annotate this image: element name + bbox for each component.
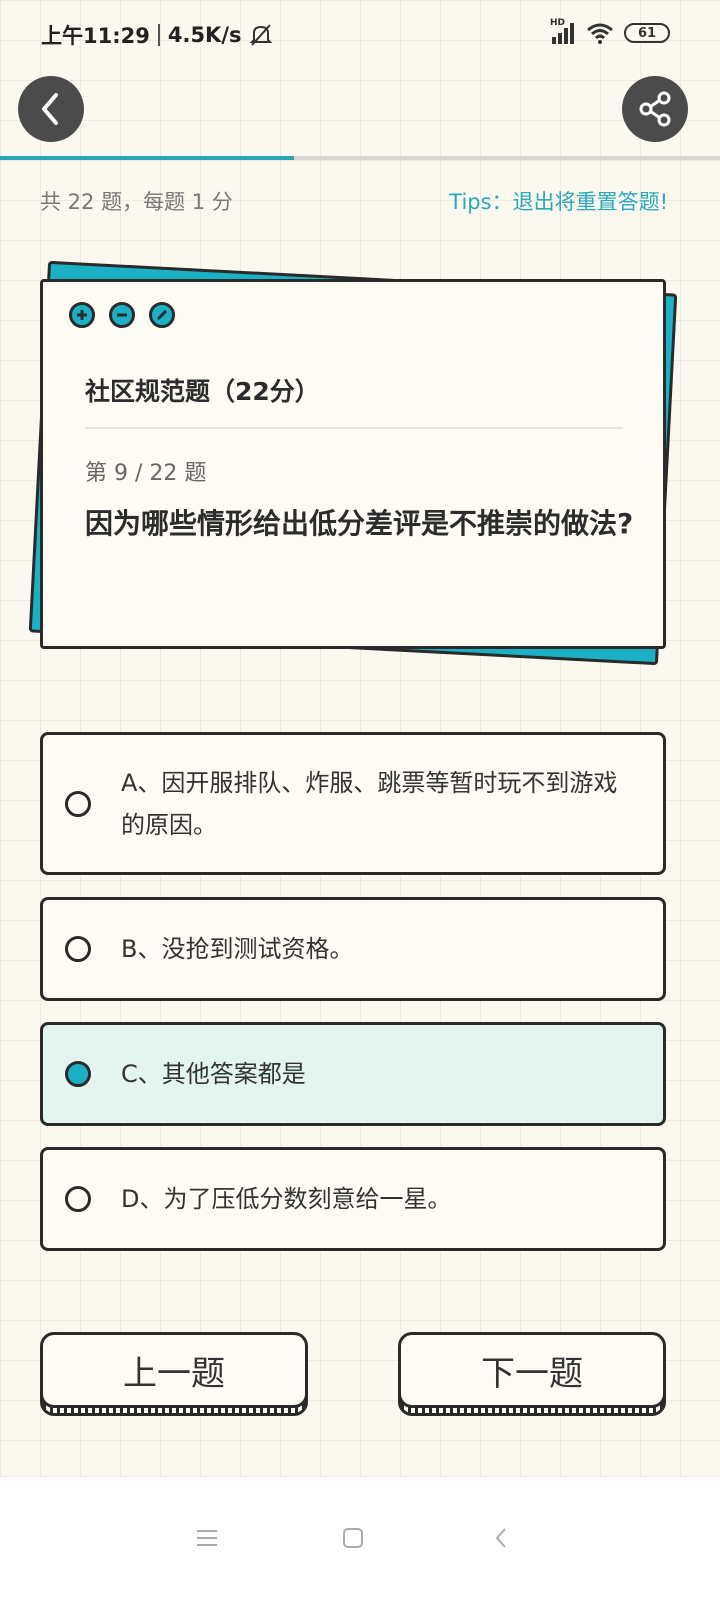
option-label: B、没抢到测试资格。 — [121, 935, 354, 963]
share-button[interactable] — [622, 76, 688, 142]
prev-question-label: 上一题 — [40, 1332, 308, 1408]
option-a[interactable]: A、因开服排队、炸服、跳票等暂时玩不到游戏的原因。 — [40, 732, 666, 875]
radio-checked-icon — [65, 1061, 91, 1087]
option-d[interactable]: D、为了压低分数刻意给一星。 — [40, 1147, 666, 1251]
radio-icon — [65, 1186, 91, 1212]
option-c[interactable]: C、其他答案都是 — [40, 1022, 666, 1126]
back-nav-icon[interactable] — [486, 1523, 516, 1553]
next-question-label: 下一题 — [398, 1332, 666, 1408]
option-label: A、因开服排队、炸服、跳票等暂时玩不到游戏的原因。 — [121, 768, 618, 839]
battery-indicator: 61 — [624, 23, 670, 43]
quiz-progress-bar — [0, 156, 720, 160]
wifi-icon — [586, 22, 614, 44]
option-label: D、为了压低分数刻意给一星。 — [121, 1185, 452, 1213]
next-question-button[interactable]: 下一题 — [398, 1332, 666, 1416]
status-right: HD 61 — [550, 18, 670, 44]
card-window-dots — [69, 302, 175, 328]
quiz-progress-fill — [0, 156, 295, 160]
minus-icon — [109, 302, 135, 328]
bell-off-icon — [249, 23, 272, 47]
option-label: C、其他答案都是 — [121, 1060, 306, 1088]
status-separator — [157, 24, 160, 46]
question-card: 社区规范题（22分） 第 9 / 22 题 因为哪些情形给出低分差评是不推崇的做… — [40, 279, 666, 649]
status-time: 上午11:29 — [41, 24, 150, 48]
prev-question-button[interactable]: 上一题 — [40, 1332, 308, 1416]
radio-icon — [65, 790, 91, 817]
share-icon — [639, 91, 671, 127]
option-b[interactable]: B、没抢到测试资格。 — [40, 897, 666, 1001]
status-bar: 上午11:29 4.5K/s HD 61 — [0, 0, 720, 70]
network-label: HD — [550, 18, 566, 28]
chevron-left-icon — [42, 93, 58, 125]
signal-icon: HD — [550, 18, 576, 44]
quiz-info-row: 共 22 题，每题 1 分 Tips：退出将重置答题! — [40, 186, 668, 216]
card-divider — [85, 427, 623, 429]
system-nav-bar — [0, 1476, 720, 1600]
menu-icon[interactable] — [192, 1523, 222, 1553]
question-number: 第 9 / 22 题 — [85, 461, 207, 486]
quiz-summary: 共 22 题，每题 1 分 — [40, 190, 233, 214]
radio-icon — [65, 936, 91, 962]
back-button[interactable] — [18, 76, 84, 142]
home-icon[interactable] — [338, 1523, 368, 1553]
status-left: 上午11:29 4.5K/s — [41, 20, 272, 50]
question-text: 因为哪些情形给出低分差评是不推崇的做法? — [85, 507, 634, 540]
status-speed: 4.5K/s — [167, 23, 242, 47]
plus-icon — [69, 302, 95, 328]
quiz-tips: Tips：退出将重置答题! — [449, 190, 668, 214]
expand-icon — [149, 302, 175, 328]
card-title: 社区规范题（22分） — [85, 377, 320, 406]
